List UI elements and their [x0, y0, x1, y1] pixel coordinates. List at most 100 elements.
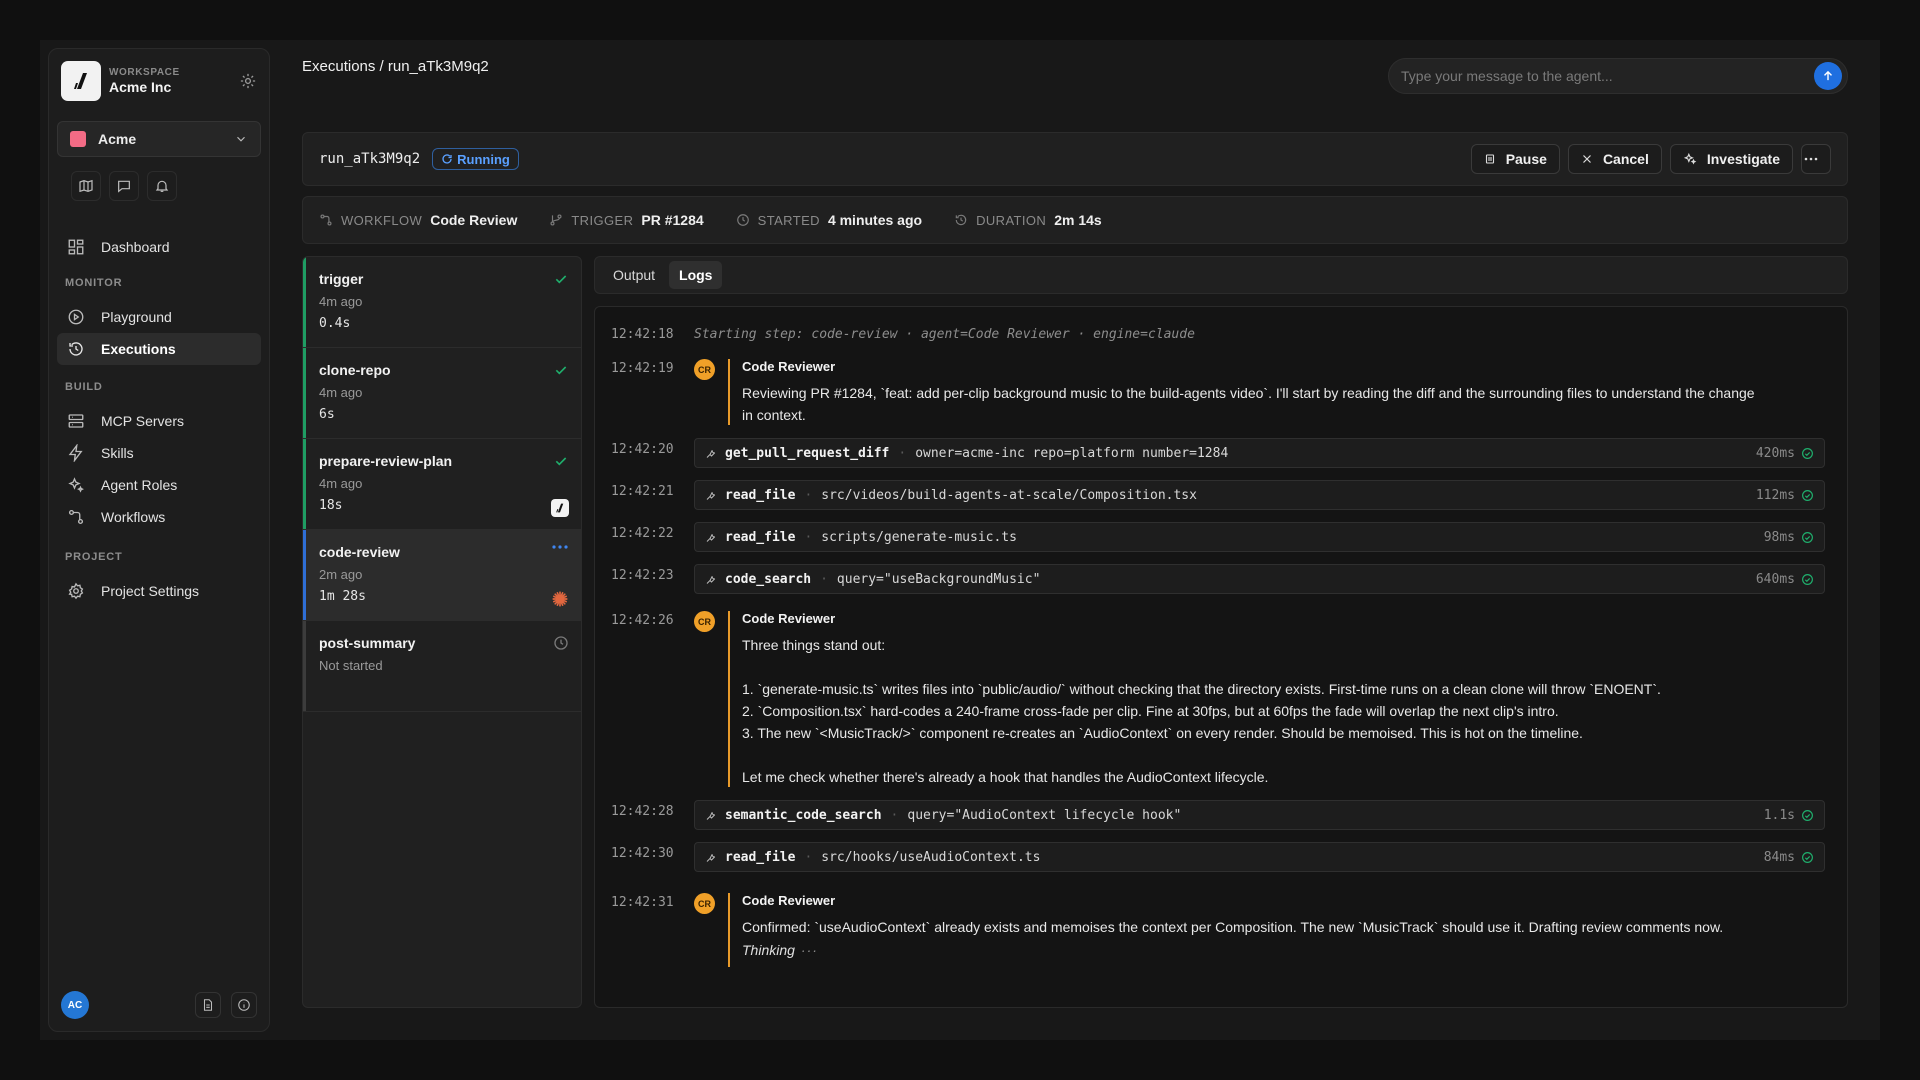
tab-logs[interactable]: Logs	[669, 261, 723, 289]
workspace-header: WORKSPACE Acme Inc	[61, 61, 257, 101]
engine-logo-icon	[551, 499, 569, 517]
tool-call-row[interactable]: read_file · scripts/generate-music.ts 98…	[694, 522, 1825, 552]
tab-output[interactable]: Output	[603, 261, 665, 289]
check-circle-icon	[1801, 809, 1814, 822]
sidebar-item-skills[interactable]: Skills	[57, 437, 261, 469]
bell-icon[interactable]	[147, 171, 177, 201]
meta-value: 4 minutes ago	[827, 212, 923, 228]
pause-button[interactable]: Pause	[1470, 144, 1560, 174]
tool-args: src/videos/build-agents-at-scale/Composi…	[821, 487, 1197, 503]
sparkles-icon	[67, 476, 85, 494]
grid-icon	[67, 238, 85, 256]
sidebar-item-workflows[interactable]: Workflows	[57, 501, 261, 533]
step-item[interactable]: post-summary Not started	[303, 621, 581, 712]
nav-project: PROJECT Project Settings	[57, 551, 261, 607]
sidebar-item-project-settings[interactable]: Project Settings	[57, 575, 261, 607]
cancel-label: Cancel	[1602, 151, 1649, 167]
quick-actions	[71, 171, 177, 201]
map-icon[interactable]	[71, 171, 101, 201]
message-line: Let me check whether there's already a h…	[742, 769, 1269, 785]
running-dots-icon	[551, 544, 569, 550]
tool-args: src/hooks/useAudioContext.ts	[821, 849, 1041, 865]
tool-duration: 420ms	[1755, 445, 1795, 461]
step-status-bar	[303, 348, 306, 438]
chat-icon[interactable]	[109, 171, 139, 201]
tool-call-row[interactable]: read_file · src/videos/build-agents-at-s…	[694, 480, 1825, 510]
info-icon[interactable]	[231, 992, 257, 1018]
step-name: post-summary	[319, 635, 416, 651]
step-item[interactable]: prepare-review-plan 4m ago 18s	[303, 439, 581, 530]
step-item[interactable]: clone-repo 4m ago 6s	[303, 348, 581, 439]
sidebar-item-label: Project Settings	[101, 583, 200, 599]
bolt-icon	[67, 444, 85, 462]
agent-message-input[interactable]	[1401, 68, 1814, 84]
sidebar-item-playground[interactable]: Playground	[57, 301, 261, 333]
sidebar-item-agent-roles[interactable]: Agent Roles	[57, 469, 261, 501]
meta-value[interactable]: Code Review	[430, 212, 517, 228]
tool-call-row[interactable]: code_search · query="useBackgroundMusic"…	[694, 564, 1825, 594]
nav-monitor: MONITOR Playground Executions	[57, 277, 261, 365]
sidebar-item-mcp-servers[interactable]: MCP Servers	[57, 405, 261, 437]
sidebar-footer: AC	[61, 991, 257, 1019]
org-color-swatch	[70, 131, 86, 147]
step-duration: 1m 28s	[319, 589, 366, 604]
run-id: run_aTk3M9q2	[319, 151, 421, 167]
step-item[interactable]: trigger 4m ago 0.4s	[303, 257, 581, 348]
step-time: 4m ago	[319, 385, 363, 400]
separator: ·	[804, 529, 813, 545]
investigate-label: Investigate	[1706, 151, 1780, 167]
tool-name: read_file	[725, 529, 796, 545]
log-timestamp: 12:42:22	[611, 526, 674, 541]
clock-icon	[736, 214, 749, 226]
log-timestamp: 12:42:26	[611, 613, 674, 628]
tool-args: owner=acme-inc repo=platform number=1284	[915, 445, 1229, 461]
org-switcher[interactable]: Acme	[57, 121, 261, 157]
tool-call-row[interactable]: semantic_code_search · query="AudioConte…	[694, 800, 1825, 830]
avatar[interactable]: AC	[61, 991, 89, 1019]
log-timestamp: 12:42:30	[611, 846, 674, 861]
send-button[interactable]	[1814, 62, 1842, 90]
agent-avatar: CR	[694, 359, 715, 380]
cancel-button[interactable]: Cancel	[1567, 144, 1662, 174]
tool-call-row[interactable]: get_pull_request_diff · owner=acme-inc r…	[694, 438, 1825, 468]
agent-name: Code Reviewer	[742, 611, 836, 626]
step-name: prepare-review-plan	[319, 453, 453, 469]
tool-duration: 112ms	[1755, 487, 1795, 503]
log-timestamp: 12:42:23	[611, 568, 674, 583]
tool-call-row[interactable]: read_file · src/hooks/useAudioContext.ts…	[694, 842, 1825, 872]
step-status-bar	[303, 530, 306, 620]
step-item[interactable]: code-review 2m ago 1m 28s	[303, 530, 581, 621]
document-icon[interactable]	[195, 992, 221, 1018]
log-timestamp: 12:42:31	[611, 895, 674, 910]
step-time: Not started	[319, 658, 383, 673]
clock-icon	[553, 635, 569, 651]
wrench-icon	[705, 851, 717, 863]
check-icon	[553, 362, 569, 378]
system-log-line: Starting step: code-review · agent=Code …	[694, 327, 1195, 342]
sidebar-item-label: Workflows	[101, 509, 166, 525]
step-name: trigger	[319, 271, 364, 287]
workflow-icon	[67, 508, 85, 526]
claude-asterisk-icon	[551, 590, 569, 608]
org-name: Acme	[98, 131, 137, 147]
history-icon	[67, 340, 85, 358]
agent-avatar: CR	[694, 893, 715, 914]
meta-value[interactable]: PR #1284	[641, 212, 703, 228]
more-horizontal-icon	[1804, 157, 1818, 161]
sidebar-item-executions[interactable]: Executions	[57, 333, 261, 365]
status-badge: Running	[432, 148, 519, 170]
tool-args: query="AudioContext lifecycle hook"	[907, 807, 1182, 823]
sidebar-item-dashboard[interactable]: Dashboard	[57, 231, 261, 263]
investigate-button[interactable]: Investigate	[1669, 144, 1793, 174]
check-icon	[553, 453, 569, 469]
sidebar-item-label: Skills	[101, 445, 134, 461]
tool-duration: 98ms	[1763, 529, 1795, 545]
arrow-up-icon	[1824, 70, 1832, 81]
message-line: Three things stand out:	[742, 637, 886, 653]
more-options-button[interactable]	[1801, 144, 1831, 174]
meta-workflow: WORKFLOW Code Review	[319, 212, 517, 228]
meta-key: TRIGGER	[571, 212, 634, 228]
gear-icon[interactable]	[239, 72, 257, 90]
tool-duration: 640ms	[1755, 571, 1795, 587]
step-status-bar	[303, 621, 306, 711]
